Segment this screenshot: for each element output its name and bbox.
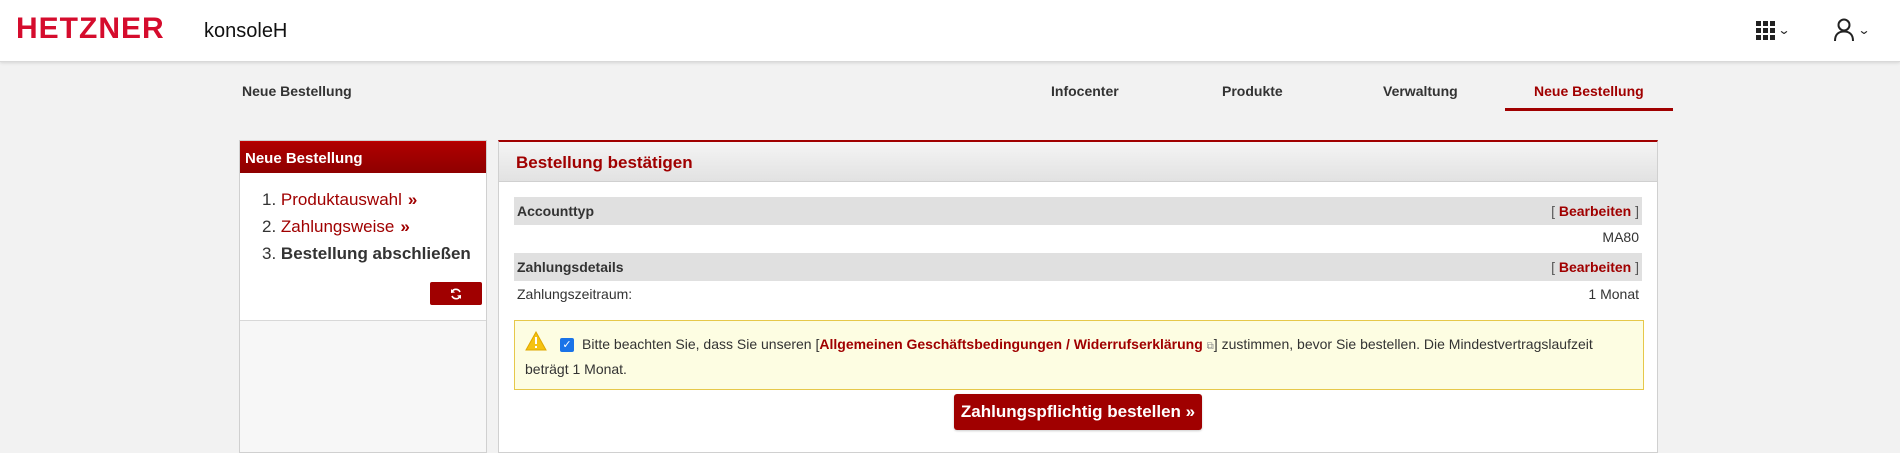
terms-notice: ✓ Bitte beachten Sie, dass Sie unseren […	[514, 320, 1644, 390]
edit-wrapper: [ Bearbeiten ]	[1551, 203, 1639, 219]
terms-checkbox[interactable]: ✓	[560, 338, 574, 352]
terms-link[interactable]: Allgemeinen Geschäftsbedingungen / Wider…	[819, 336, 1202, 352]
chevron-down-icon: ⌄	[1777, 23, 1791, 37]
refresh-button[interactable]	[430, 282, 482, 305]
sidebar-body: 1. Produktauswahl » 2. Zahlungsweise » 3. …	[240, 173, 486, 321]
user-icon	[1834, 18, 1854, 42]
notice-text-before: Bitte beachten Sie, dass Sie unseren [	[582, 336, 820, 352]
chevron-down-icon: ⌄	[1857, 23, 1871, 37]
step-arrow: »	[407, 190, 418, 209]
tab-infocenter[interactable]: Infocenter	[1051, 83, 1119, 99]
notice-text: Bitte beachten Sie, dass Sie unseren [Al…	[525, 333, 1633, 380]
step-number: 2.	[262, 217, 277, 236]
section-value-row: Zahlungszeitraum: 1 Monat	[514, 283, 1642, 305]
step-arrow: »	[400, 217, 410, 236]
sidebar-title: Neue Bestellung	[240, 141, 486, 173]
tab-neue-bestellung[interactable]: Neue Bestellung	[1534, 83, 1644, 99]
step-number: 3.	[262, 244, 277, 263]
step-item: 3. Bestellung abschließen	[262, 240, 486, 267]
step-current-label: Bestellung abschließen	[280, 244, 471, 263]
section-header-zahlungsdetails: Zahlungsdetails [ Bearbeiten ]	[514, 253, 1642, 281]
section-heading: Accounttyp	[517, 203, 594, 219]
apps-menu-button[interactable]: ⌄	[1756, 17, 1791, 43]
step-item: 1. Produktauswahl »	[262, 186, 486, 213]
external-link-icon: ⧉	[1206, 341, 1214, 352]
panel-title: Bestellung bestätigen	[499, 142, 1657, 182]
refresh-icon	[451, 288, 461, 299]
step-link-zahlungsweise[interactable]: Zahlungsweise	[281, 217, 394, 236]
edit-wrapper: [ Bearbeiten ]	[1551, 259, 1639, 275]
order-button[interactable]: Zahlungspflichtig bestellen »	[954, 394, 1202, 430]
warning-icon	[525, 331, 547, 351]
page-title: Neue Bestellung	[242, 83, 352, 99]
user-menu-button[interactable]: ⌄	[1833, 17, 1871, 43]
step-link-produktauswahl[interactable]: Produktauswahl	[281, 190, 402, 209]
section-value-row: MA80	[514, 226, 1642, 248]
section-heading: Zahlungsdetails	[517, 259, 624, 275]
step-list: 1. Produktauswahl » 2. Zahlungsweise » 3. …	[240, 173, 486, 267]
edit-zahlungsdetails-link[interactable]: Bearbeiten	[1559, 259, 1631, 275]
edit-accounttyp-link[interactable]: Bearbeiten	[1559, 203, 1631, 219]
hetzner-logo[interactable]: HETZNER	[16, 14, 165, 44]
step-item: 2. Zahlungsweise »	[262, 213, 486, 240]
step-number: 1.	[262, 190, 277, 209]
tab-verwaltung[interactable]: Verwaltung	[1383, 83, 1458, 99]
account-type-value: MA80	[1602, 229, 1639, 245]
apps-grid-icon	[1756, 20, 1775, 40]
sidebar-steps-panel: Neue Bestellung 1. Produktauswahl » 2. Za…	[239, 140, 487, 453]
top-header: HETZNER konsoleH ⌄ ⌄	[0, 0, 1900, 62]
active-tab-indicator	[1505, 108, 1673, 111]
payment-period-label: Zahlungszeitraum:	[517, 286, 633, 302]
payment-period-value: 1 Monat	[1588, 286, 1639, 302]
section-header-accounttyp: Accounttyp [ Bearbeiten ]	[514, 197, 1642, 225]
order-confirmation-panel: Bestellung bestätigen Accounttyp [ Bearb…	[498, 140, 1658, 453]
tab-produkte[interactable]: Produkte	[1222, 83, 1283, 99]
app-name: konsoleH	[204, 20, 288, 42]
